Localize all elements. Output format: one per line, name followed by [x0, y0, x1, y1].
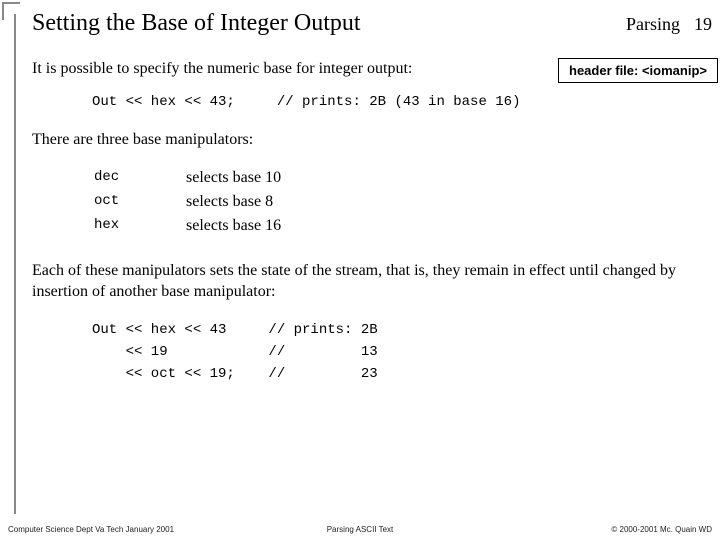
persistence-text: Each of these manipulators sets the stat…: [32, 261, 710, 303]
intro-text: It is possible to specify the numeric ba…: [32, 60, 710, 78]
manip-desc: selects base 10: [186, 167, 281, 189]
manipulators-intro: There are three base manipulators:: [32, 131, 710, 149]
page-number: 19: [694, 14, 712, 35]
manip-name: dec: [94, 167, 184, 189]
manip-name: oct: [94, 191, 184, 213]
footer-left: Computer Science Dept Va Tech January 20…: [8, 525, 174, 534]
slide: Setting the Base of Integer Output Parsi…: [0, 0, 720, 540]
manip-desc: selects base 16: [186, 215, 281, 237]
table-row: oct selects base 8: [94, 191, 281, 213]
corner-decoration: [2, 2, 20, 20]
content-area: It is possible to specify the numeric ba…: [32, 60, 710, 386]
footer-right: © 2000-2001 Mc. Quain WD: [611, 525, 712, 534]
footer-center: Parsing ASCII Text: [327, 525, 394, 534]
manipulator-table: dec selects base 10 oct selects base 8 h…: [92, 165, 283, 239]
manip-desc: selects base 8: [186, 191, 281, 213]
slide-title: Setting the Base of Integer Output: [32, 10, 361, 37]
code-example-1: Out << hex << 43; // prints: 2B (43 in b…: [92, 92, 710, 113]
vertical-rule: [14, 14, 16, 514]
topic-label: Parsing: [626, 14, 680, 35]
table-row: hex selects base 16: [94, 215, 281, 237]
code-example-2: Out << hex << 43 // prints: 2B << 19 // …: [92, 319, 710, 386]
table-row: dec selects base 10: [94, 167, 281, 189]
manip-name: hex: [94, 215, 184, 237]
